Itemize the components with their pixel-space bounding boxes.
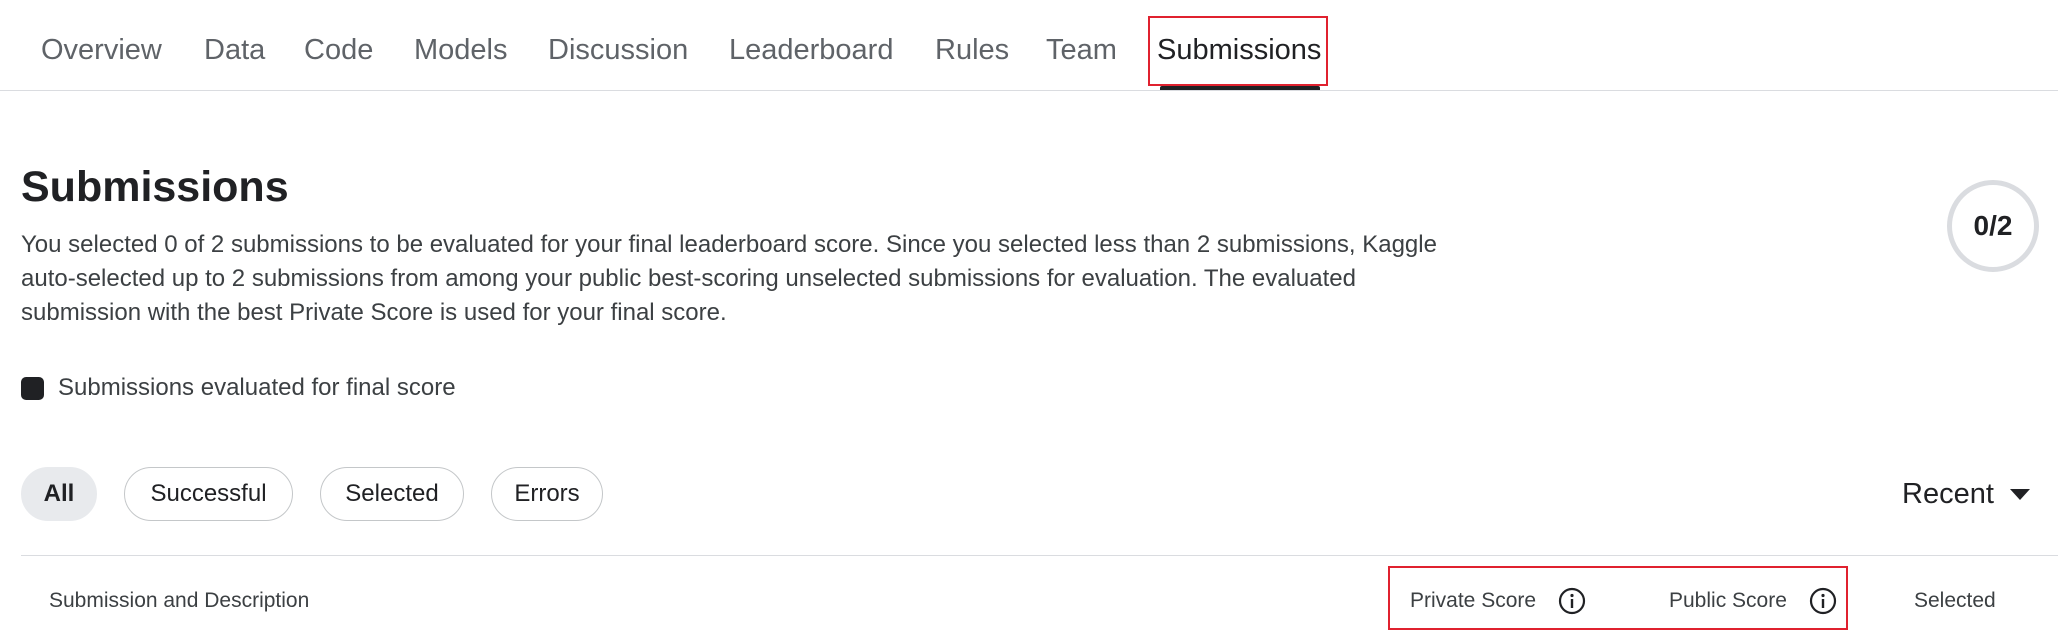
- column-header-submission: Submission and Description: [49, 589, 310, 612]
- column-header-public-score[interactable]: Public Score: [1669, 586, 1787, 616]
- filter-all[interactable]: All: [21, 467, 97, 521]
- active-tab-indicator: [1160, 86, 1320, 90]
- legend: Submissions evaluated for final score: [21, 373, 456, 403]
- table-divider: [21, 555, 2058, 556]
- tab-rules[interactable]: Rules: [935, 0, 1009, 91]
- tab-team[interactable]: Team: [1046, 0, 1117, 91]
- tab-models[interactable]: Models: [414, 0, 508, 91]
- tab-code[interactable]: Code: [304, 0, 373, 91]
- tab-bar: Overview Data Code Models Discussion Lea…: [0, 0, 2058, 91]
- tab-submissions[interactable]: Submissions: [1157, 0, 1321, 91]
- caret-down-icon: [2009, 488, 2030, 500]
- page-title: Submissions: [21, 163, 289, 211]
- page-description: You selected 0 of 2 submissions to be ev…: [21, 231, 1437, 326]
- filter-errors[interactable]: Errors: [491, 467, 603, 521]
- filter-selected[interactable]: Selected: [320, 467, 464, 521]
- legend-swatch: [21, 376, 44, 400]
- filter-successful[interactable]: Successful: [124, 467, 293, 521]
- tab-data[interactable]: Data: [204, 0, 265, 91]
- column-header-private-score[interactable]: Private Score: [1410, 586, 1536, 616]
- info-icon[interactable]: [1557, 586, 1587, 616]
- column-header-selected[interactable]: Selected: [1914, 586, 1996, 616]
- legend-label: Submissions evaluated for final score: [58, 374, 456, 401]
- tab-overview[interactable]: Overview: [41, 0, 162, 91]
- tab-leaderboard[interactable]: Leaderboard: [729, 0, 893, 91]
- selection-counter: 0/2: [1947, 180, 2039, 272]
- tab-discussion[interactable]: Discussion: [548, 0, 688, 91]
- sort-label: Recent: [1902, 477, 1994, 510]
- sort-dropdown[interactable]: Recent: [1902, 473, 2030, 515]
- info-icon[interactable]: [1808, 586, 1838, 616]
